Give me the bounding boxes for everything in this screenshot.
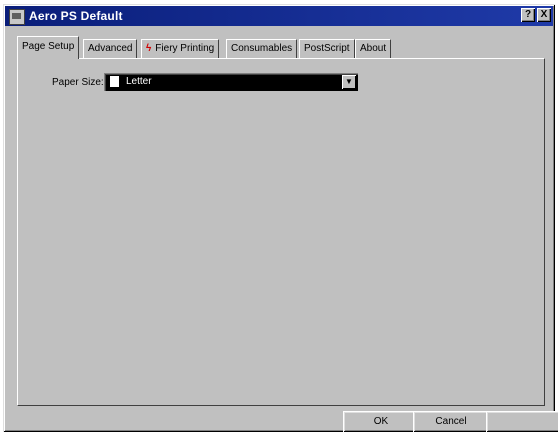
printer-icon — [9, 9, 25, 25]
tab-advanced[interactable]: Advanced — [83, 39, 138, 58]
tab-label: About — [360, 43, 387, 54]
close-button[interactable]: X — [537, 8, 551, 22]
title-bar[interactable]: Aero PS Default ? X — [5, 6, 553, 26]
tab-strip: Page Setup Advanced ϟ Fiery Printing Cons… — [17, 36, 535, 59]
tab-label: PostScript — [304, 43, 350, 54]
apply-button[interactable] — [486, 411, 558, 432]
tab-page-setup[interactable]: Page Setup — [17, 36, 80, 59]
tab-fiery-printing[interactable]: ϟ Fiery Printing — [141, 39, 220, 58]
tab-consumables[interactable]: Consumables — [226, 39, 298, 58]
document-icon — [110, 76, 119, 87]
tab-about[interactable]: About — [355, 39, 392, 58]
fiery-icon: ϟ — [146, 43, 152, 54]
chevron-down-icon[interactable]: ▼ — [342, 75, 356, 89]
paper-size-label: Paper Size: — [52, 77, 104, 88]
paper-size-select[interactable]: Letter ▼ — [104, 73, 358, 91]
help-button[interactable]: ? — [521, 8, 535, 22]
ok-button[interactable]: OK — [343, 411, 419, 432]
page-setup-panel: Paper Size: Letter ▼ — [17, 58, 545, 406]
tab-label: Fiery Printing — [155, 43, 215, 54]
window-title: Aero PS Default — [29, 9, 123, 23]
cancel-button[interactable]: Cancel — [413, 411, 489, 432]
paper-size-value: Letter — [126, 76, 152, 87]
tab-label: Advanced — [88, 43, 133, 54]
tab-label: Consumables — [231, 43, 293, 54]
tab-postscript[interactable]: PostScript — [299, 39, 355, 58]
printer-properties-dialog: Aero PS Default ? X Page Setup Advanced … — [3, 4, 558, 432]
tab-label: Page Setup — [22, 41, 75, 52]
